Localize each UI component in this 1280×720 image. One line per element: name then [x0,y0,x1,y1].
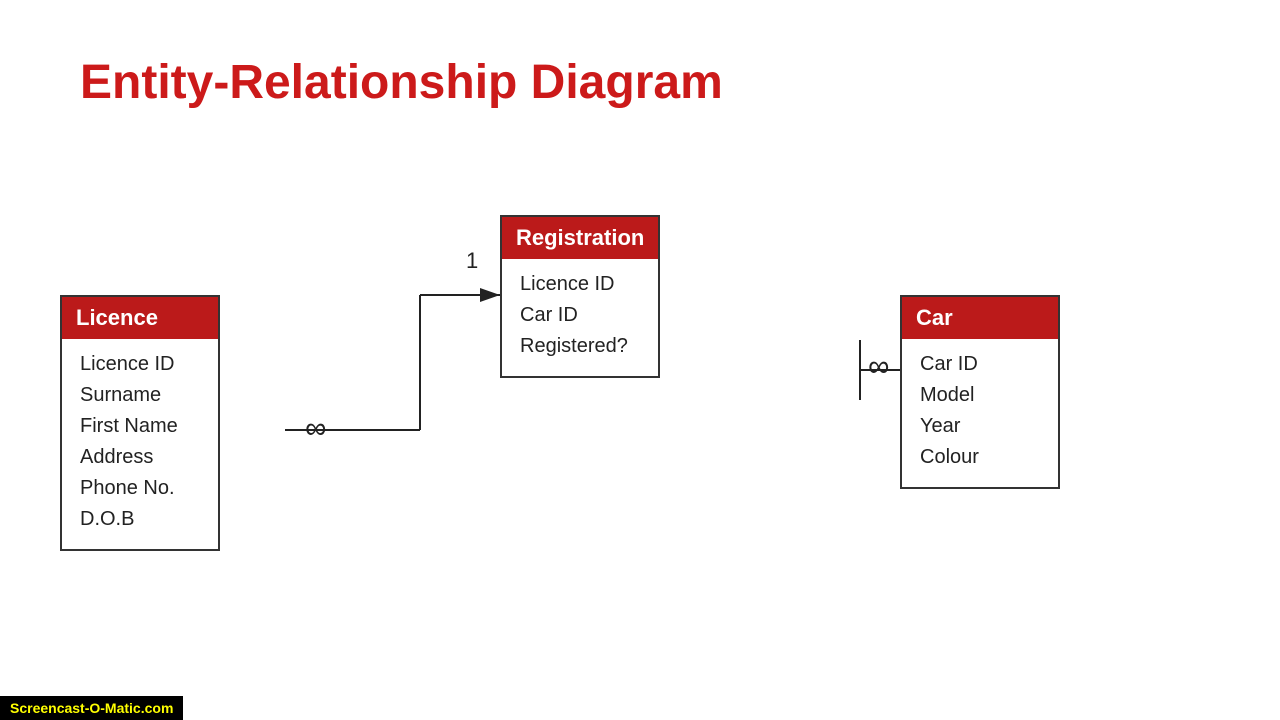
licence-field-5: D.O.B [80,504,200,535]
registration-entity: Registration Licence ID Car ID Registere… [500,215,660,378]
registration-field-2: Registered? [520,331,640,362]
car-field-2: Year [920,411,1040,442]
licence-entity-body: Licence ID Surname First Name Address Ph… [62,339,218,549]
registration-entity-body: Licence ID Car ID Registered? [502,259,658,376]
licence-field-1: Surname [80,380,200,411]
registration-field-0: Licence ID [520,269,640,300]
car-field-0: Car ID [920,349,1040,380]
registration-cardinality: 1 [466,248,478,274]
licence-entity: Licence Licence ID Surname First Name Ad… [60,295,220,551]
licence-field-0: Licence ID [80,349,200,380]
registration-entity-header: Registration [502,217,658,259]
licence-field-2: First Name [80,411,200,442]
car-entity-body: Car ID Model Year Colour [902,339,1058,487]
page-title: Entity-Relationship Diagram [80,55,723,110]
licence-entity-header: Licence [62,297,218,339]
licence-field-4: Phone No. [80,473,200,504]
car-field-3: Colour [920,442,1040,473]
car-entity-header: Car [902,297,1058,339]
car-field-1: Model [920,380,1040,411]
car-cardinality: ∞ [868,350,889,384]
car-entity: Car Car ID Model Year Colour [900,295,1060,489]
registration-field-1: Car ID [520,300,640,331]
watermark: Screencast-O-Matic.com [0,696,183,720]
licence-field-3: Address [80,442,200,473]
licence-cardinality: ∞ [305,412,326,446]
